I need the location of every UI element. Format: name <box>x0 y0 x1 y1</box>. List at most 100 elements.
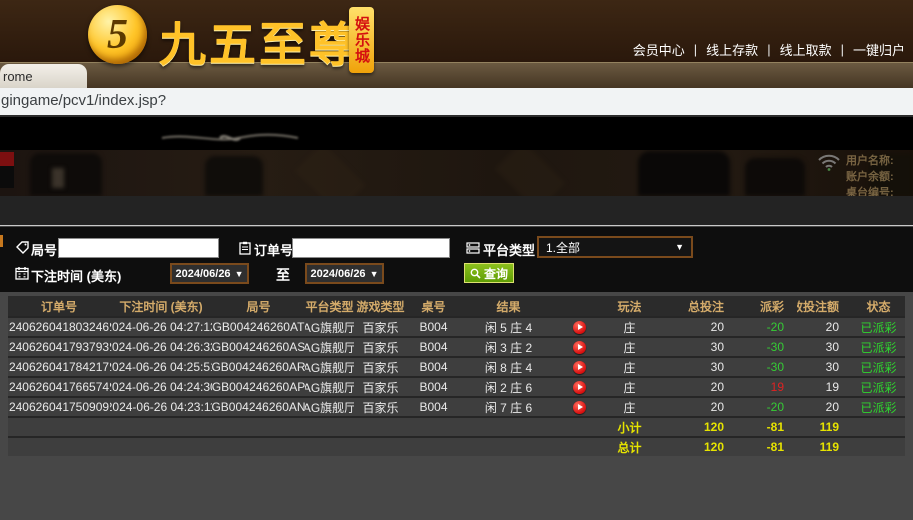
clipboard-icon <box>238 241 252 255</box>
date-from-picker[interactable]: 2024/06/26 ▼ <box>170 263 249 284</box>
cell-status: 已派彩 <box>852 378 905 396</box>
subtotal-total-bet: 120 <box>657 418 737 436</box>
cell-order-id: 240626041766574 <box>8 378 110 396</box>
platform-type-label: 平台类型 <box>483 240 535 259</box>
cell-play: 庄 <box>602 398 657 416</box>
cell-platform: AG旗舰厅 <box>305 398 354 416</box>
subtotal-row: 小计 120 -81 119 <box>8 416 905 436</box>
cell-game-type: 百家乐 <box>354 378 407 396</box>
cell-table-no: B004 <box>407 398 460 416</box>
col-header: 下注时间 (美东) <box>110 296 212 316</box>
table-row: 240626041750909 2024-06-26 04:23:11 GB00… <box>8 396 905 416</box>
cell-play: 庄 <box>602 318 657 336</box>
brand-logo-icon: 5 <box>88 5 147 64</box>
cell-result: 闲 8 庄 4 <box>460 358 557 376</box>
cell-payout: -20 <box>737 318 797 336</box>
table-header-row: 订单号 下注时间 (美东) 局号 平台类型 游戏类型 桌号 结果 玩法 总投注 … <box>8 296 905 316</box>
cell-total-bet: 30 <box>657 338 737 356</box>
cell-round-id: GB004246260AR <box>212 358 305 376</box>
query-button[interactable]: 查询 <box>464 263 514 283</box>
page: 会员中心 | 线上存款 | 线上取款 | 一键归户 5 九五至尊 娱乐城 rom… <box>0 0 913 520</box>
col-header: 总投注 <box>657 296 737 316</box>
play-icon[interactable] <box>573 381 586 394</box>
cell-total-bet: 20 <box>657 398 737 416</box>
cell-bet-time: 2024-06-26 04:25:51 <box>110 358 212 376</box>
bet-record-table: 订单号 下注时间 (美东) 局号 平台类型 游戏类型 桌号 结果 玩法 总投注 … <box>8 296 905 456</box>
play-icon[interactable] <box>573 401 586 414</box>
chevron-down-icon: ▼ <box>370 269 379 279</box>
cell-status: 已派彩 <box>852 398 905 416</box>
col-header: 桌号 <box>407 296 460 316</box>
platform-select[interactable]: 1.全部 ▼ <box>537 236 693 258</box>
cell-valid-bet: 20 <box>797 318 852 336</box>
cell-bet-time: 2024-06-26 04:24:30 <box>110 378 212 396</box>
col-header <box>557 296 602 316</box>
col-header: 玩法 <box>602 296 657 316</box>
tag-icon <box>16 241 30 255</box>
chevron-down-icon: ▼ <box>235 269 244 279</box>
to-label: 至 <box>276 265 290 285</box>
col-header: 有效投注额 <box>797 296 852 316</box>
date-to-picker[interactable]: 2024/06/26 ▼ <box>305 263 384 284</box>
table-row: 240626041803246 2024-06-26 04:27:12 GB00… <box>8 316 905 336</box>
col-header: 派彩 <box>737 296 797 316</box>
cell-valid-bet: 20 <box>797 398 852 416</box>
nav-separator: | <box>767 42 770 57</box>
subtotal-valid-bet: 119 <box>797 418 852 436</box>
cell-bet-time: 2024-06-26 04:27:12 <box>110 318 212 336</box>
nav-link-one-key-transfer[interactable]: 一键归户 <box>853 40 905 59</box>
decorative-swirl <box>160 130 300 145</box>
total-payout: -81 <box>737 438 797 456</box>
cell-payout: 19 <box>737 378 797 396</box>
cell-play: 庄 <box>602 378 657 396</box>
brand-badge: 娱乐城 <box>349 7 374 73</box>
banner-label-table-no: 桌台编号: <box>846 184 894 196</box>
order-id-input[interactable] <box>292 238 450 258</box>
cell-round-id: GB004246260AP <box>212 378 305 396</box>
nav-separator: | <box>694 42 697 57</box>
cell-replay <box>557 358 602 376</box>
cell-status: 已派彩 <box>852 338 905 356</box>
round-id-input[interactable] <box>58 238 219 258</box>
nav-link-online-withdraw[interactable]: 线上取款 <box>780 40 832 59</box>
col-header: 订单号 <box>8 296 110 316</box>
cell-valid-bet: 19 <box>797 378 852 396</box>
cell-table-no: B004 <box>407 358 460 376</box>
browser-tab[interactable]: rome <box>0 64 87 88</box>
play-icon[interactable] <box>573 321 586 334</box>
orange-tick <box>0 235 3 247</box>
cell-total-bet: 20 <box>657 378 737 396</box>
col-header: 结果 <box>460 296 557 316</box>
subtotal-label: 小计 <box>602 418 657 436</box>
table-row: 240626041784217 2024-06-26 04:25:51 GB00… <box>8 356 905 376</box>
cell-bet-time: 2024-06-26 04:23:11 <box>110 398 212 416</box>
browser-tab-strip <box>0 62 913 88</box>
round-id-label: 局号 <box>31 240 57 259</box>
cell-round-id: GB004246260AS <box>212 338 305 356</box>
cell-payout: -30 <box>737 358 797 376</box>
banner-label-balance: 账户余额: <box>846 168 894 184</box>
total-label: 总计 <box>602 438 657 456</box>
cell-game-type: 百家乐 <box>354 398 407 416</box>
address-bar[interactable]: gingame/pcv1/index.jsp? <box>0 88 913 117</box>
brand-title: 九五至尊 <box>159 6 359 75</box>
cell-result: 闲 7 庄 6 <box>460 398 557 416</box>
banner-label-username: 用户名称: <box>846 152 894 168</box>
total-total-bet: 120 <box>657 438 737 456</box>
order-id-label: 订单号 <box>254 240 293 259</box>
play-icon[interactable] <box>573 341 586 354</box>
filter-form: 局号 订单号 平台类型 1.全部 ▼ 下注时间 (美东) 2024/06/26 <box>0 227 913 292</box>
cell-status: 已派彩 <box>852 318 905 336</box>
nav-link-member-center[interactable]: 会员中心 <box>633 40 685 59</box>
cell-platform: AG旗舰厅 <box>305 318 354 336</box>
cell-replay <box>557 318 602 336</box>
banner-red-square <box>0 152 14 166</box>
cell-valid-bet: 30 <box>797 358 852 376</box>
cell-game-type: 百家乐 <box>354 358 407 376</box>
cell-round-id: GB004246260AT <box>212 318 305 336</box>
col-header: 游戏类型 <box>354 296 407 316</box>
nav-link-online-deposit[interactable]: 线上存款 <box>706 40 758 59</box>
play-icon[interactable] <box>573 361 586 374</box>
cell-status: 已派彩 <box>852 358 905 376</box>
table-row: 240626041766574 2024-06-26 04:24:30 GB00… <box>8 376 905 396</box>
